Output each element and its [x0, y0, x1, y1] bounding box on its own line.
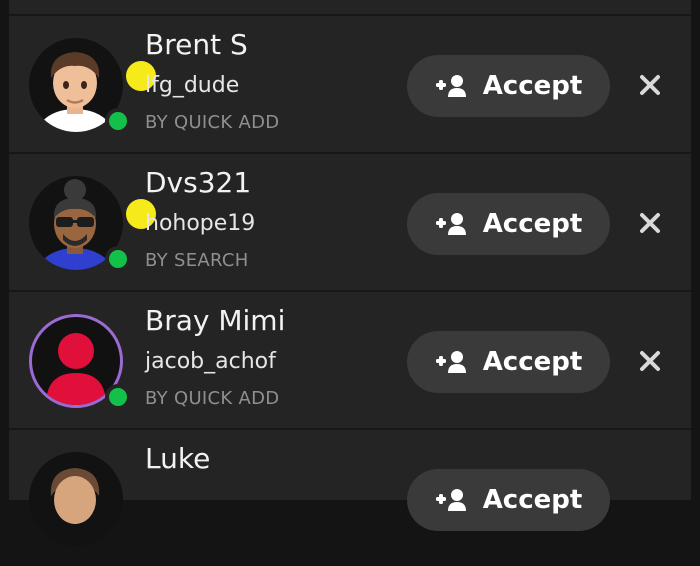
- online-status-dot: [105, 384, 131, 410]
- friend-name: Luke: [145, 442, 211, 475]
- friend-request-row: Bray Mimi jacob_achof BY QUICK ADD Accep…: [9, 292, 691, 428]
- add-friend-icon: [435, 75, 466, 97]
- friend-request-row: Luke Accept: [9, 430, 691, 566]
- close-icon: [640, 351, 660, 371]
- friend-name: Bray Mimi: [145, 304, 286, 337]
- dismiss-button[interactable]: [635, 346, 665, 376]
- avatar[interactable]: [29, 314, 131, 410]
- accept-button[interactable]: Accept: [407, 469, 610, 531]
- dismiss-button[interactable]: [635, 70, 665, 100]
- avatar[interactable]: [29, 38, 156, 134]
- close-icon: [640, 213, 660, 233]
- accept-button[interactable]: Accept: [407, 331, 610, 393]
- bitmoji-avatar-icon: [29, 452, 123, 546]
- friend-username: hohope19: [145, 211, 256, 236]
- friend-request-row: Dvs321 hohope19 BY SEARCH Accept: [9, 154, 691, 290]
- dismiss-button[interactable]: [635, 208, 665, 238]
- close-icon: [640, 75, 660, 95]
- request-source: BY SEARCH: [145, 250, 249, 271]
- add-friend-icon: [435, 489, 466, 511]
- accept-button-label: Accept: [482, 485, 583, 515]
- add-friend-icon: [435, 351, 466, 373]
- friend-username: lfg_dude: [145, 73, 240, 98]
- accept-button[interactable]: Accept: [407, 55, 610, 117]
- online-status-dot: [105, 246, 131, 272]
- request-source: BY QUICK ADD: [145, 388, 280, 409]
- add-friend-icon: [435, 213, 466, 235]
- avatar[interactable]: [29, 452, 123, 546]
- friend-request-row: Brent S lfg_dude BY QUICK ADD Accept: [9, 16, 691, 152]
- friend-name: Brent S: [145, 28, 248, 61]
- friend-name: Dvs321: [145, 166, 252, 199]
- friend-username: jacob_achof: [145, 349, 276, 374]
- accept-button-label: Accept: [482, 347, 583, 377]
- accept-button[interactable]: Accept: [407, 193, 610, 255]
- accept-button-label: Accept: [482, 209, 583, 239]
- accept-button-label: Accept: [482, 71, 583, 101]
- online-status-dot: [105, 108, 131, 134]
- avatar[interactable]: [29, 176, 156, 272]
- request-source: BY QUICK ADD: [145, 112, 280, 133]
